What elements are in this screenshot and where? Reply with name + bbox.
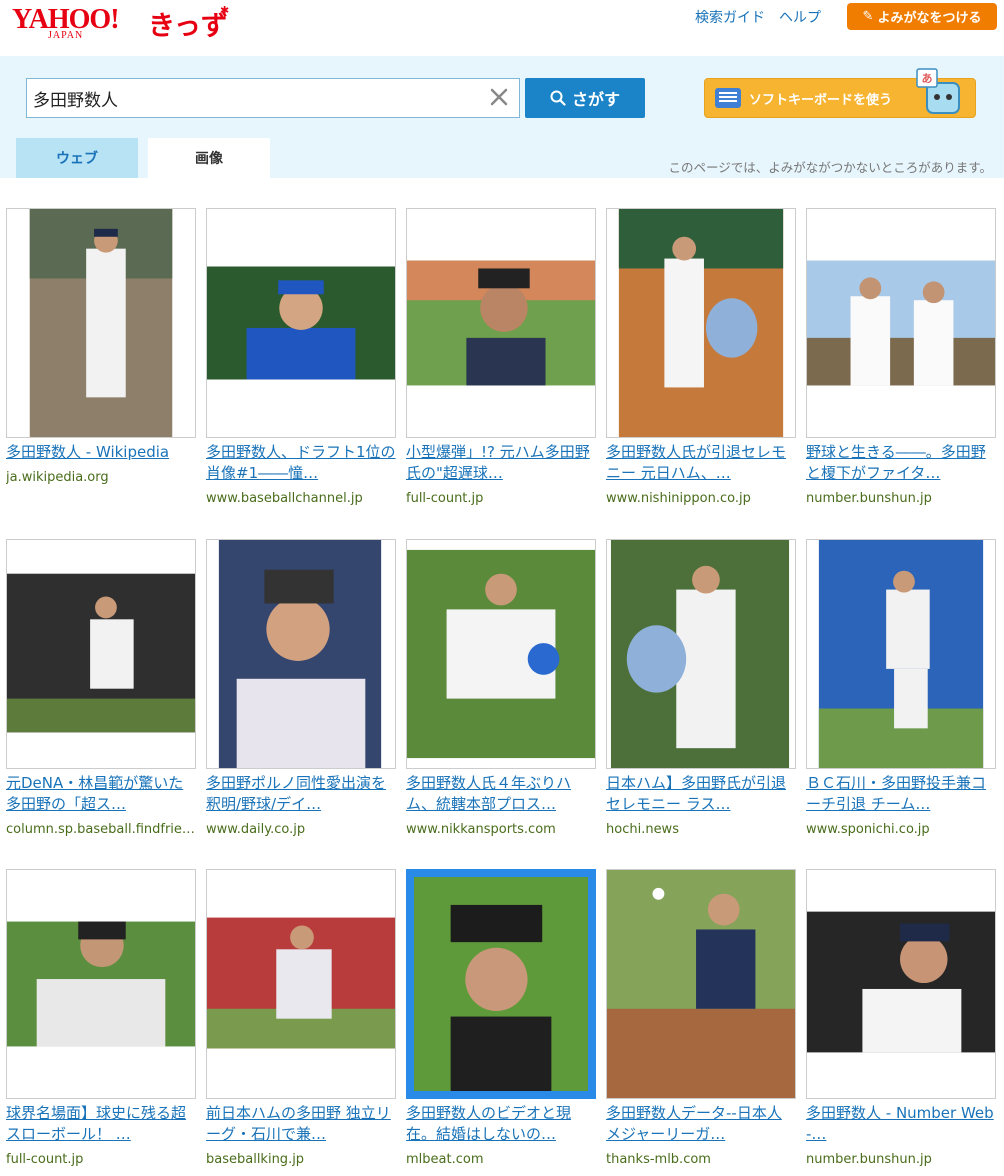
yomigana-button[interactable]: ✎ よみがなをつける: [847, 3, 997, 30]
player-photo: [818, 540, 984, 768]
player-photo: [414, 877, 588, 1091]
tab-images[interactable]: 画像: [148, 138, 270, 178]
logo-star-icon: ✱: [220, 4, 230, 17]
player-photo: [407, 260, 595, 386]
player-photo: [29, 209, 173, 437]
result-domain: full-count.jp: [6, 1152, 84, 1167]
search-input[interactable]: [33, 79, 483, 117]
search-button[interactable]: さがす: [525, 78, 645, 118]
result-thumbnail[interactable]: [606, 869, 796, 1099]
result-domain: www.sponichi.co.jp: [806, 822, 930, 837]
player-photo: [207, 917, 395, 1049]
result-domain: www.daily.co.jp: [206, 822, 306, 837]
result-thumbnail[interactable]: [206, 869, 396, 1099]
result-thumbnail[interactable]: [6, 208, 196, 438]
player-photo: [618, 209, 784, 437]
player-photo: [7, 921, 195, 1047]
result-title[interactable]: 多田野数人、ドラフト1位の肖像#1――憧…: [206, 442, 396, 484]
mascot-icon: あ: [916, 68, 960, 114]
result-domain: full-count.jp: [406, 491, 484, 506]
result-title[interactable]: 野球と生きる――。多田野と榎下がファイタ…: [806, 442, 996, 484]
player-photo: [218, 540, 382, 768]
search-button-label: さがす: [571, 90, 620, 109]
player-photo: [207, 266, 395, 380]
result-title[interactable]: 元DeNA・林昌範が驚いた多田野の「超ス…: [6, 773, 196, 815]
soft-keyboard-button[interactable]: ソフトキーボードを使う あ: [704, 68, 976, 118]
logo-sub: JAPAN: [48, 30, 84, 41]
player-photo: [807, 911, 995, 1053]
result-title[interactable]: ＢＣ石川・多田野投手兼コーチ引退 チーム…: [806, 773, 996, 815]
result-domain: ja.wikipedia.org: [6, 470, 109, 485]
result-thumbnail[interactable]: [6, 539, 196, 769]
soft-keyboard-label: ソフトキーボードを使う: [749, 92, 893, 108]
result-title[interactable]: 多田野数人氏４年ぶりハム、統轄本部プロス…: [406, 773, 596, 815]
result-thumbnail[interactable]: [406, 208, 596, 438]
pencil-icon: ✎: [862, 9, 874, 24]
player-photo: [407, 549, 595, 759]
help-link[interactable]: ヘルプ: [779, 7, 821, 27]
result-title[interactable]: 多田野数人 - Wikipedia: [6, 442, 196, 463]
result-thumbnail[interactable]: [806, 539, 996, 769]
result-domain: number.bunshun.jp: [806, 491, 932, 506]
result-title[interactable]: 多田野数人氏が引退セレモニー 元日ハム、…: [606, 442, 796, 484]
result-thumbnail[interactable]: [606, 208, 796, 438]
logo-kids: きっず: [148, 11, 228, 42]
result-title[interactable]: 日本ハム】多田野氏が引退セレモニー ラス…: [606, 773, 796, 815]
tab-web[interactable]: ウェブ: [16, 138, 138, 178]
result-domain: www.baseballchannel.jp: [206, 491, 363, 506]
result-thumbnail[interactable]: [806, 869, 996, 1099]
result-title[interactable]: 多田野数人データ--日本人メジャーリーガ…: [606, 1103, 796, 1145]
yomigana-notice: このページでは、よみがながつかないところがあります。: [668, 160, 992, 175]
result-thumbnail[interactable]: [406, 869, 596, 1099]
result-thumbnail[interactable]: [206, 208, 396, 438]
result-title[interactable]: 小型爆弾」!? 元ハム多田野氏の"超遅球…: [406, 442, 596, 484]
search-guide-link[interactable]: 検索ガイド: [695, 7, 765, 27]
result-thumbnail[interactable]: [806, 208, 996, 438]
result-domain: number.bunshun.jp: [806, 1152, 932, 1167]
result-title[interactable]: 多田野数人 - Number Web -…: [806, 1103, 996, 1145]
result-thumbnail[interactable]: [606, 539, 796, 769]
result-title[interactable]: 多田野数人のビデオと現在。結婚はしないの…: [406, 1103, 596, 1145]
result-title[interactable]: 球界名場面】球史に残る超スローボール！ …: [6, 1103, 196, 1145]
result-domain: www.nishinippon.co.jp: [606, 491, 751, 506]
result-domain: hochi.news: [606, 822, 679, 837]
result-domain: www.nikkansports.com: [406, 822, 556, 837]
mascot-letter: あ: [922, 72, 933, 85]
result-domain: column.sp.baseball.findfriends.jp: [6, 822, 196, 837]
result-title[interactable]: 前日本ハムの多田野 独立リーグ・石川で兼…: [206, 1103, 396, 1145]
result-domain: thanks-mlb.com: [606, 1152, 711, 1167]
player-photo: [7, 573, 195, 733]
search-box: [26, 78, 520, 118]
yahoo-kids-logo[interactable]: YAHOO! JAPAN きっず ✱: [12, 2, 232, 42]
header: YAHOO! JAPAN きっず ✱ 検索ガイド ヘルプ ✎ よみがなをつける: [0, 0, 1004, 56]
result-thumbnail[interactable]: [406, 539, 596, 769]
search-icon: [550, 90, 566, 106]
result-thumbnail[interactable]: [206, 539, 396, 769]
player-photo: [607, 870, 795, 1098]
result-domain: baseballking.jp: [206, 1152, 305, 1167]
search-band: さがす ソフトキーボードを使う あ ウェブ 画像 このページでは、よみがながつか…: [0, 56, 1004, 178]
result-title[interactable]: 多田野ポルノ同性愛出演を釈明/野球/デイ…: [206, 773, 396, 815]
player-photo: [807, 260, 995, 386]
clear-icon[interactable]: [489, 87, 509, 107]
result-thumbnail[interactable]: [6, 869, 196, 1099]
keyboard-icon: [715, 88, 741, 108]
player-photo: [610, 540, 790, 768]
yomigana-button-label: よみがなをつける: [877, 11, 982, 26]
result-domain: mlbeat.com: [406, 1152, 484, 1167]
